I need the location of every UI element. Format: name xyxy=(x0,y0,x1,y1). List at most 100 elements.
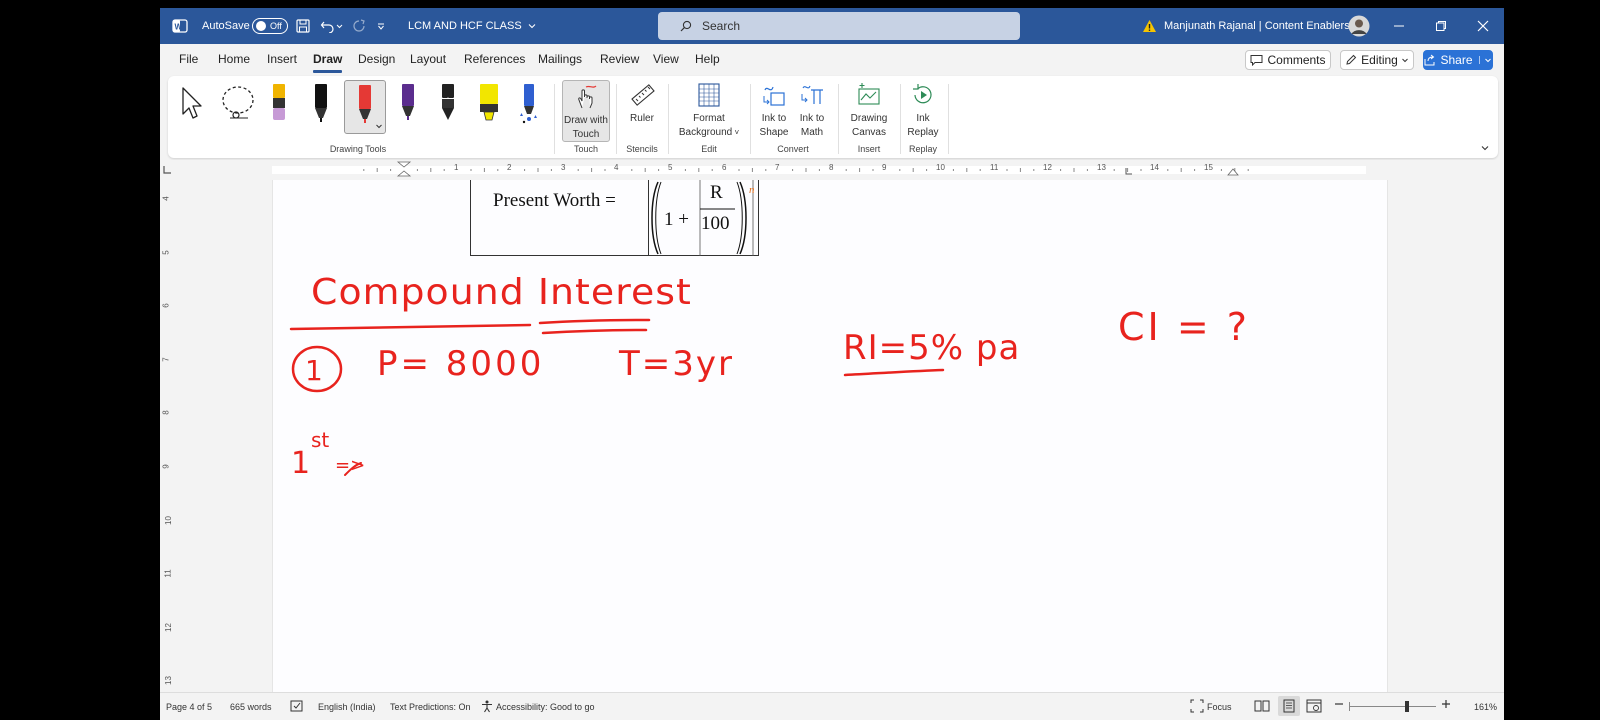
ruler-number: 15 xyxy=(1204,163,1213,172)
ink-item-number: 1 xyxy=(305,354,323,387)
tab-review[interactable]: Review xyxy=(600,52,639,70)
pencil-icon xyxy=(1346,54,1357,65)
tab-references[interactable]: References xyxy=(464,52,525,70)
document-page[interactable]: Present Worth = 1 + R 100 n Compound Int… xyxy=(272,180,1388,692)
ink-to-shape-label-1: Ink to xyxy=(761,113,787,124)
ruler-number: 11 xyxy=(990,163,999,172)
read-mode-icon[interactable] xyxy=(1254,699,1270,715)
zoom-slider-thumb[interactable] xyxy=(1405,701,1409,712)
zoom-out-button[interactable] xyxy=(1334,699,1344,711)
comments-button[interactable]: Comments xyxy=(1245,50,1331,70)
ruler-number: 5 xyxy=(668,163,673,172)
redo-icon[interactable] xyxy=(352,8,366,44)
draw-with-touch-label-1: Draw with xyxy=(564,115,608,126)
undo-icon[interactable] xyxy=(320,8,344,44)
chevron-down-icon[interactable] xyxy=(375,122,383,130)
ink-ci: CI = ? xyxy=(1118,305,1250,349)
print-layout-icon[interactable] xyxy=(1278,696,1300,716)
drawing-canvas-button[interactable]: Drawing Canvas xyxy=(844,82,894,142)
eraser-tool[interactable] xyxy=(264,82,294,134)
ink-replay-button[interactable]: Ink Replay xyxy=(904,82,942,142)
restore-icon xyxy=(1436,21,1446,31)
proofing-icon[interactable] xyxy=(290,699,304,715)
lasso-tool[interactable] xyxy=(218,82,258,134)
ruler-number: 14 xyxy=(1150,163,1159,172)
vertical-ruler-number: 12 xyxy=(163,623,173,632)
touch-hand-icon xyxy=(578,85,597,109)
autosave-label: AutoSave xyxy=(202,20,250,32)
editing-label: Editing xyxy=(1361,53,1398,67)
ruler-label: Ruler xyxy=(630,113,654,124)
tab-help[interactable]: Help xyxy=(695,52,720,70)
lasso-icon xyxy=(222,86,254,119)
pen-black-zigzag[interactable] xyxy=(433,82,463,134)
tab-draw[interactable]: Draw xyxy=(313,52,343,73)
customize-qat-icon[interactable] xyxy=(376,8,386,44)
tab-insert[interactable]: Insert xyxy=(267,52,297,70)
restore-button[interactable] xyxy=(1422,8,1460,44)
zoom-level[interactable]: 161% xyxy=(1474,702,1497,712)
web-layout-icon[interactable] xyxy=(1306,699,1322,715)
tab-design[interactable]: Design xyxy=(358,52,395,70)
page-indicator[interactable]: Page 4 of 5 xyxy=(166,702,212,712)
vertical-ruler-number: 8 xyxy=(161,410,171,415)
cursor-icon xyxy=(182,87,202,119)
word-logo-icon: W xyxy=(172,8,188,44)
autosave-toggle[interactable]: Off xyxy=(252,8,288,44)
warning-icon[interactable] xyxy=(1142,8,1157,44)
highlighter-yellow[interactable] xyxy=(474,82,504,134)
title-bar: W AutoSave Off LCM AND HCF CLASS Search xyxy=(160,8,1504,44)
share-button[interactable]: Share xyxy=(1423,50,1493,70)
zoom-slider[interactable] xyxy=(1349,701,1436,712)
tab-file[interactable]: File xyxy=(179,52,198,70)
ink-layer[interactable]: Compound Interest 1 P= 8000 T=3yr RI=5% … xyxy=(273,180,1389,692)
group-label-touch: Touch xyxy=(573,144,599,154)
tab-layout[interactable]: Layout xyxy=(410,52,446,70)
text-predictions[interactable]: Text Predictions: On xyxy=(390,702,471,712)
format-background-button[interactable]: Format Background ˅ xyxy=(674,82,744,142)
accessibility-status[interactable]: Accessibility: Good to go xyxy=(496,702,595,712)
vertical-ruler[interactable]: 4 5 6 7 8 9 10 11 12 13 xyxy=(160,180,176,692)
search-box[interactable]: Search xyxy=(658,12,1020,40)
tab-view[interactable]: View xyxy=(653,52,679,70)
editing-mode-button[interactable]: Editing xyxy=(1340,50,1414,70)
ribbon: Drawing Tools Draw with Touch Touch Rule… xyxy=(168,76,1498,158)
draw-with-touch-button[interactable]: Draw with Touch xyxy=(562,80,610,142)
ink-strokes xyxy=(289,318,945,476)
document-area[interactable]: Present Worth = 1 + R 100 n Compound Int… xyxy=(176,180,1504,692)
ink-to-shape-button[interactable]: Ink to Shape xyxy=(756,82,792,142)
share-label: Share xyxy=(1440,53,1473,67)
pen-purple[interactable] xyxy=(393,82,423,134)
select-tool[interactable] xyxy=(176,82,206,134)
ribbon-separator xyxy=(948,84,949,154)
language-indicator[interactable]: English (India) xyxy=(318,702,376,712)
pen-black[interactable] xyxy=(306,82,336,134)
vertical-ruler-number: 4 xyxy=(161,196,171,201)
ruler-number: 4 xyxy=(614,163,619,172)
ink-to-math-icon xyxy=(801,85,823,104)
accessibility-icon xyxy=(480,699,494,715)
ink-replay-label-2: Replay xyxy=(907,127,939,138)
horizontal-ruler[interactable]: 1 2 3 4 5 6 7 8 9 10 11 12 13 14 15 xyxy=(160,160,1504,178)
ink-to-math-button[interactable]: Ink to Math xyxy=(794,82,830,142)
galaxy-pen-icon xyxy=(520,84,537,124)
avatar[interactable] xyxy=(1348,8,1370,44)
save-icon[interactable] xyxy=(296,8,310,44)
document-title[interactable]: LCM AND HCF CLASS xyxy=(408,8,537,44)
word-count[interactable]: 665 words xyxy=(230,702,272,712)
ruler-number: 8 xyxy=(829,163,834,172)
ruler-button[interactable]: Ruler xyxy=(622,82,662,142)
collapse-ribbon-icon[interactable] xyxy=(1480,140,1490,158)
pen-galaxy[interactable] xyxy=(514,82,544,134)
pen-red-selected[interactable] xyxy=(344,80,386,134)
minimize-button[interactable] xyxy=(1380,8,1418,44)
ink-first-superscript: st xyxy=(311,428,330,452)
user-name[interactable]: Manjunath Rajanal | Content Enablers xyxy=(1164,8,1350,44)
zoom-in-button[interactable] xyxy=(1441,699,1451,711)
ink-to-math-label-1: Ink to xyxy=(799,113,825,124)
tab-mailings[interactable]: Mailings xyxy=(538,52,582,70)
tab-home[interactable]: Home xyxy=(218,52,250,70)
focus-button[interactable]: Focus xyxy=(1207,702,1232,712)
vertical-ruler-number: 5 xyxy=(161,250,171,255)
close-button[interactable] xyxy=(1464,8,1502,44)
